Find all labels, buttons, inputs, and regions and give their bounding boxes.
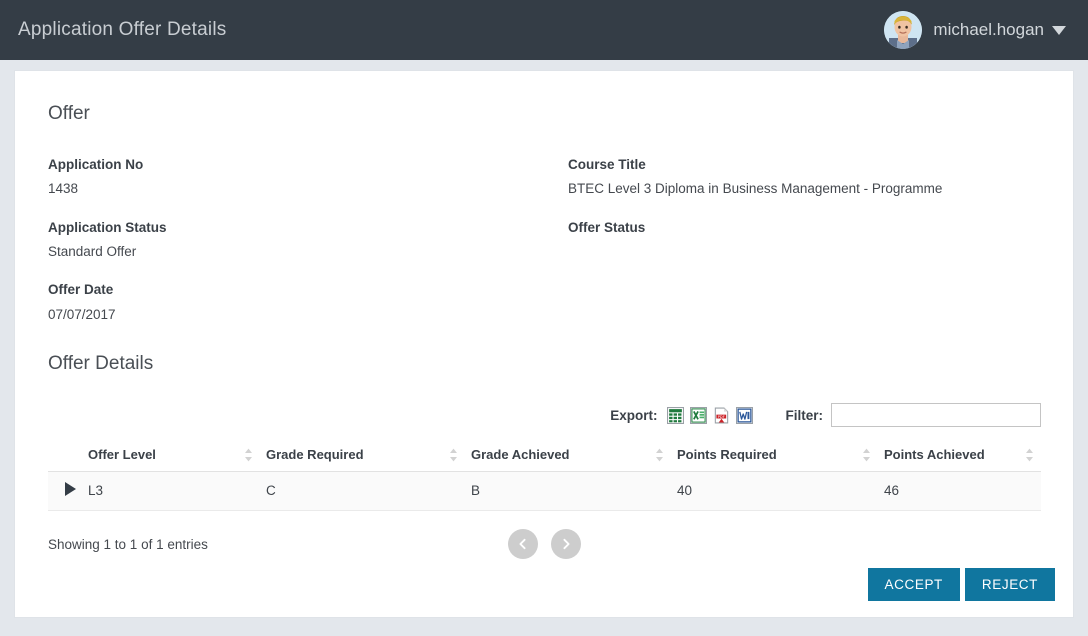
next-page-icon — [560, 538, 572, 550]
table-row[interactable]: L3 C B 40 46 — [48, 472, 1041, 511]
word-export-icon[interactable] — [736, 407, 753, 424]
field-application-status: Application Status Standard Offer — [48, 220, 568, 261]
expand-row-icon[interactable] — [65, 482, 76, 496]
export-icon-group: PDF — [667, 407, 753, 424]
svg-text:PDF: PDF — [718, 415, 725, 419]
column-grade-required[interactable]: Grade Required — [260, 439, 465, 472]
filter-input[interactable] — [831, 403, 1041, 427]
top-bar: Application Offer Details micha — [0, 0, 1088, 60]
offer-fields-grid: Application No 1438 Course Title BTEC Le… — [48, 157, 1041, 323]
cell-grade-achieved: B — [465, 472, 671, 511]
field-label: Application Status — [48, 220, 568, 236]
page-title: Application Offer Details — [0, 19, 226, 41]
previous-page-button[interactable] — [508, 529, 538, 559]
field-label: Offer Date — [48, 282, 568, 298]
field-value: BTEC Level 3 Diploma in Business Managem… — [568, 180, 1041, 198]
filter-label: Filter: — [785, 408, 823, 423]
reject-button[interactable]: REJECT — [965, 568, 1055, 601]
field-course-title: Course Title BTEC Level 3 Diploma in Bus… — [568, 157, 1041, 198]
table-body: L3 C B 40 46 — [48, 472, 1041, 511]
column-expand-toggle — [48, 439, 82, 472]
chevron-down-icon[interactable] — [1052, 26, 1066, 35]
column-label: Points Achieved — [884, 447, 985, 462]
field-value: 07/07/2017 — [48, 306, 568, 324]
excel-export-icon[interactable] — [690, 407, 707, 424]
pagination — [48, 529, 1041, 559]
field-offer-status: Offer Status — [568, 220, 1041, 261]
column-offer-level[interactable]: Offer Level — [82, 439, 260, 472]
column-points-required[interactable]: Points Required — [671, 439, 878, 472]
field-offer-date: Offer Date 07/07/2017 — [48, 282, 568, 323]
pdf-export-icon[interactable]: PDF — [713, 407, 730, 424]
field-value: 1438 — [48, 180, 568, 198]
action-buttons: ACCEPT REJECT — [868, 568, 1055, 601]
user-name-label: michael.hogan — [933, 20, 1044, 40]
user-menu[interactable]: michael.hogan — [884, 11, 1088, 49]
accept-button[interactable]: ACCEPT — [868, 568, 960, 601]
sort-arrows-icon — [862, 448, 871, 462]
field-label: Offer Status — [568, 220, 1041, 236]
sort-arrows-icon — [244, 448, 253, 462]
cell-offer-level: L3 — [82, 472, 260, 511]
table-footer: Showing 1 to 1 of 1 entries — [48, 525, 1041, 563]
filter-group: Filter: — [785, 403, 1041, 427]
field-value — [568, 243, 1041, 260]
column-grade-achieved[interactable]: Grade Achieved — [465, 439, 671, 472]
offer-details-table: Offer Level Grade Required Grade Achieve… — [48, 439, 1041, 511]
field-value: Standard Offer — [48, 243, 568, 261]
card-body: Offer Application No 1438 Course Title B… — [15, 71, 1073, 563]
sort-arrows-icon — [1025, 448, 1034, 462]
offer-details-heading: Offer Details — [48, 353, 1041, 375]
table-header: Offer Level Grade Required Grade Achieve… — [48, 439, 1041, 472]
column-points-achieved[interactable]: Points Achieved — [878, 439, 1041, 472]
csv-export-icon[interactable] — [667, 407, 684, 424]
sort-arrows-icon — [655, 448, 664, 462]
avatar — [884, 11, 922, 49]
field-label: Application No — [48, 157, 568, 173]
column-label: Grade Achieved — [471, 447, 570, 462]
field-label: Course Title — [568, 157, 1041, 173]
previous-page-icon — [517, 538, 529, 550]
next-page-button[interactable] — [551, 529, 581, 559]
cell-points-required: 40 — [671, 472, 878, 511]
offer-section-heading: Offer — [48, 103, 1041, 125]
table-header-row: Offer Level Grade Required Grade Achieve… — [48, 439, 1041, 472]
user-avatar-photo — [884, 11, 922, 49]
offer-card: Offer Application No 1438 Course Title B… — [14, 70, 1074, 618]
sort-arrows-icon — [449, 448, 458, 462]
table-toolbar: Export: — [48, 403, 1041, 427]
export-label: Export: — [610, 408, 657, 423]
cell-grade-required: C — [260, 472, 465, 511]
cell-points-achieved: 46 — [878, 472, 1041, 511]
field-spacer — [568, 282, 1041, 323]
row-expand-cell[interactable] — [48, 472, 82, 511]
column-label: Offer Level — [88, 447, 156, 462]
column-label: Grade Required — [266, 447, 364, 462]
column-label: Points Required — [677, 447, 777, 462]
field-application-no: Application No 1438 — [48, 157, 568, 198]
